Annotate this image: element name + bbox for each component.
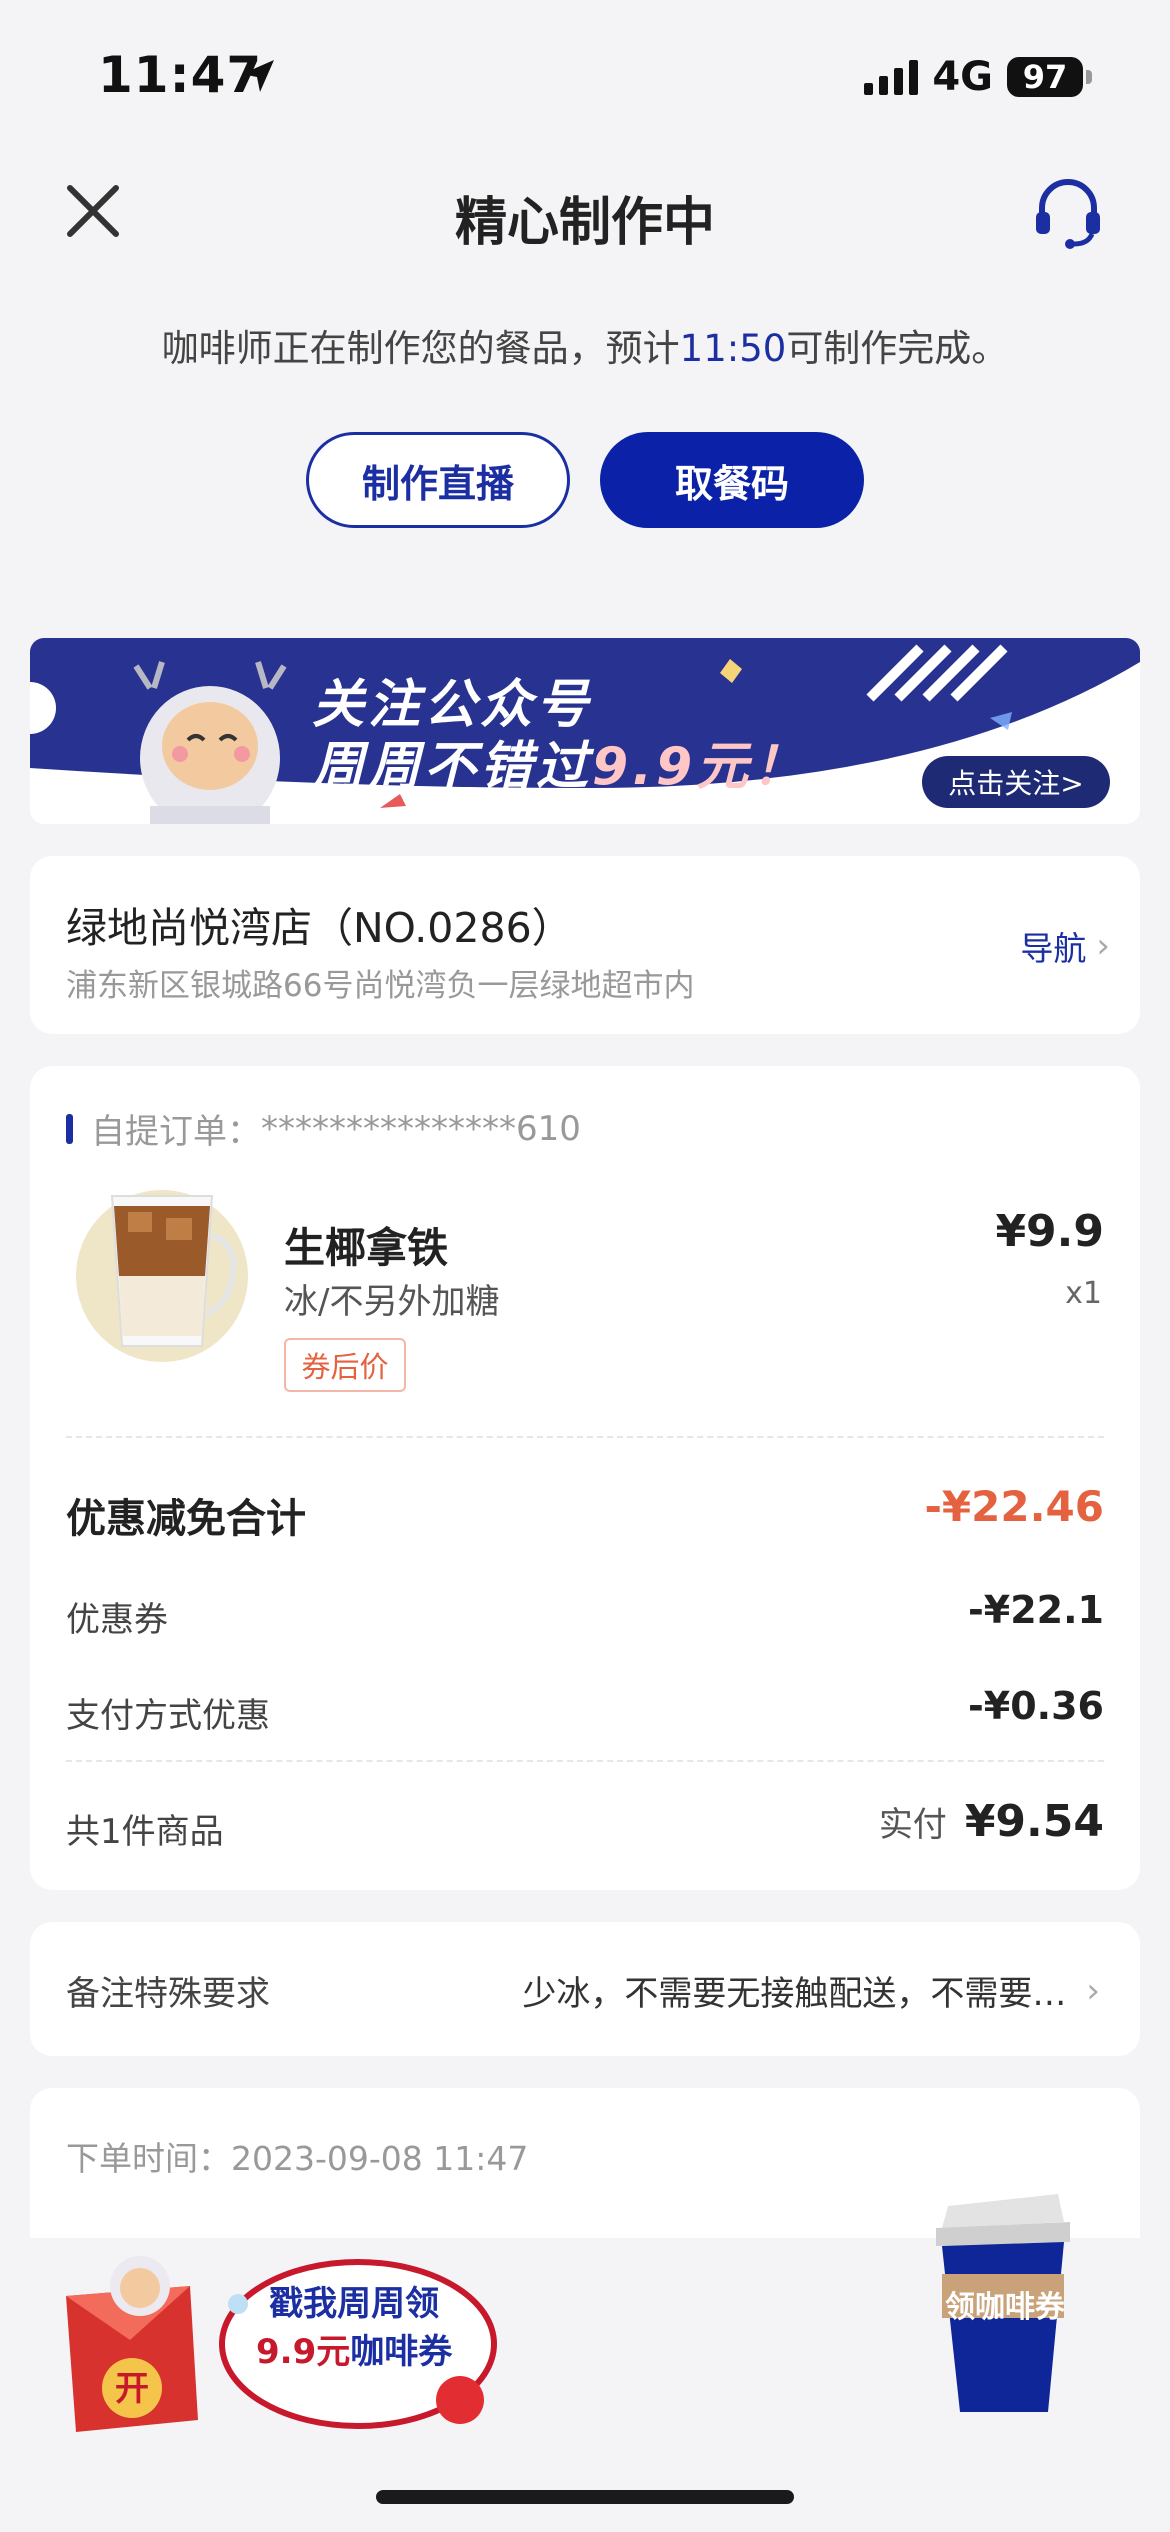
coupon-value: -¥22.1 xyxy=(968,1588,1104,1632)
chevron-right-icon: › xyxy=(1096,926,1110,966)
product-quantity: x1 xyxy=(1065,1276,1102,1311)
remark-value-row: 少冰，不需要无接触配送，不需要… › xyxy=(522,1966,1100,2015)
paid-value: ¥9.54 xyxy=(964,1796,1104,1847)
product-name: 生椰拿铁 xyxy=(284,1224,448,1272)
order-time: 下单时间：2023-09-08 11:47 xyxy=(66,2139,529,2178)
store-card: 绿地尚悦湾店（NO.0286） 浦东新区银城路66号尚悦湾负一层绿地超市内 导航… xyxy=(30,856,1140,1034)
remark-label: 备注特殊要求 xyxy=(66,1974,270,2014)
discount-total-label: 优惠减免合计 xyxy=(66,1496,306,1542)
discount-total-value: -¥22.46 xyxy=(924,1482,1104,1531)
store-address: 浦东新区银城路66号尚悦湾负一层绿地超市内 xyxy=(66,968,695,1004)
pickup-code-button[interactable]: 取餐码 xyxy=(600,432,864,528)
divider xyxy=(66,1436,1104,1438)
payment-discount-value: -¥0.36 xyxy=(968,1684,1104,1728)
live-stream-button[interactable]: 制作直播 xyxy=(306,432,570,528)
status-bar: 11:47 4G 97 xyxy=(0,0,1170,150)
signal-icon xyxy=(864,59,919,95)
store-name: 绿地尚悦湾店（NO.0286） xyxy=(66,904,573,952)
action-buttons: 制作直播 取餐码 xyxy=(0,432,1170,528)
banner-subtitle: 周周不错过9.9元！ xyxy=(312,737,809,797)
page-title: 精心制作中 xyxy=(454,193,715,253)
coconut-latte-image xyxy=(76,1190,248,1362)
order-number-row: 自提订单： ***************610 xyxy=(66,1104,581,1153)
order-card: 自提订单： ***************610 生椰拿铁 冰/不另外加糖 券后价… xyxy=(30,1066,1140,1890)
remark-value: 少冰，不需要无接触配送，不需要… xyxy=(522,1974,1067,2014)
headset-icon[interactable] xyxy=(1028,172,1108,252)
navigate-label: 导航 xyxy=(1020,929,1087,968)
network-type: 4G xyxy=(932,54,993,100)
coupon-label: 优惠券 xyxy=(66,1600,168,1640)
item-count: 共1件商品 xyxy=(66,1812,224,1852)
divider xyxy=(66,1760,1104,1762)
estimated-time: 11:50 xyxy=(679,327,787,370)
follow-button[interactable]: 点击关注> xyxy=(922,756,1110,808)
battery-level: 97 xyxy=(1007,57,1083,97)
chevron-right-icon: › xyxy=(1086,1970,1100,2011)
home-indicator xyxy=(376,2490,794,2504)
open-label: 开 xyxy=(115,2369,149,2409)
header: 精心制作中 xyxy=(0,160,1170,260)
product-spec: 冰/不另外加糖 xyxy=(284,1282,500,1322)
promo-bubble-text[interactable]: 戳我周周领 9.9元咖啡券 xyxy=(256,2280,452,2376)
promo-line1: 戳我周周领 xyxy=(269,2284,440,2324)
payment-discount-label: 支付方式优惠 xyxy=(66,1696,270,1736)
battery-icon: 97 xyxy=(1007,57,1092,97)
order-number: ***************610 xyxy=(261,1108,581,1149)
promo-line2: 9.9元咖啡券 xyxy=(256,2332,453,2372)
status-message: 咖啡师正在制作您的餐品，预计11:50可制作完成。 xyxy=(161,327,1009,370)
after-coupon-tag: 券后价 xyxy=(284,1338,406,1392)
follow-banner[interactable]: 关注公众号 周周不错过9.9元！ 点击关注> xyxy=(30,638,1140,824)
remark-card[interactable]: 备注特殊要求 少冰，不需要无接触配送，不需要… › xyxy=(30,1922,1140,2056)
location-arrow-icon xyxy=(242,60,274,92)
navigate-button[interactable]: 导航 › xyxy=(1020,922,1110,970)
cup-promo-label: 领咖啡券 xyxy=(945,2290,1065,2325)
product-price: ¥9.9 xyxy=(995,1206,1104,1257)
paid-amount-row: 实付 ¥9.54 xyxy=(879,1796,1104,1847)
paid-label: 实付 xyxy=(878,1805,947,1845)
